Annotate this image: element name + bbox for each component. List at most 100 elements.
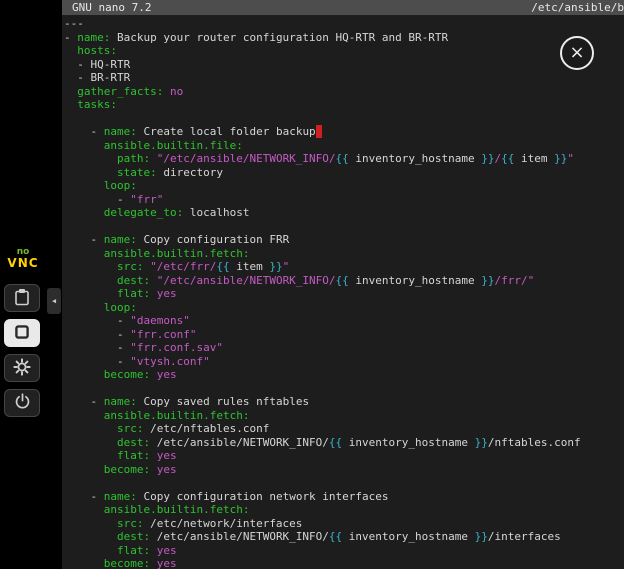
code-segment: yes	[157, 557, 177, 569]
code-line: - BR-RTR	[64, 71, 624, 85]
code-line: ansible.builtin.file:	[64, 139, 624, 153]
close-button[interactable]: ×	[560, 36, 594, 70]
code-line: flat: yes	[64, 449, 624, 463]
code-segment	[64, 179, 104, 192]
code-segment: Create local folder backup	[137, 125, 316, 138]
code-line: ansible.builtin.fetch:	[64, 247, 624, 261]
code-line: loop:	[64, 179, 624, 193]
code-segment	[64, 287, 117, 300]
code-line: - "vtysh.conf"	[64, 355, 624, 369]
code-segment: Copy saved rules nftables	[137, 395, 309, 408]
code-line: gather_facts: no	[64, 85, 624, 99]
code-line: hosts:	[64, 44, 624, 58]
code-segment: hosts:	[77, 44, 117, 57]
code-segment: name:	[77, 31, 110, 44]
code-segment	[150, 557, 157, 569]
code-segment	[150, 463, 157, 476]
code-segment: -	[64, 395, 104, 408]
code-segment: inventory_hostname	[342, 530, 474, 543]
code-segment	[64, 166, 117, 179]
clipboard-icon	[14, 288, 30, 309]
code-segment: "	[567, 152, 574, 165]
clipboard-button[interactable]	[4, 284, 40, 312]
code-segment: yes	[157, 287, 177, 300]
code-segment: name:	[104, 233, 137, 246]
code-segment: {{	[216, 260, 229, 273]
code-segment: /etc/ansible/NETWORK_INFO/	[150, 530, 329, 543]
code-segment: dest:	[117, 436, 150, 449]
code-segment: Backup your router configuration HQ-RTR …	[110, 31, 448, 44]
code-segment: become:	[104, 463, 150, 476]
code-line: loop:	[64, 301, 624, 315]
code-segment: Copy configuration network interfaces	[137, 490, 389, 503]
code-segment: ansible.builtin.fetch:	[104, 503, 250, 516]
code-segment	[150, 152, 157, 165]
editor[interactable]: - - - - name: Backup your router configurat…	[62, 15, 624, 569]
code-segment: -	[64, 125, 104, 138]
code-line: tasks:	[64, 98, 624, 112]
code-segment: - HQ-RTR	[64, 58, 130, 71]
text-cursor	[316, 125, 323, 138]
code-segment: inventory_hostname	[342, 436, 474, 449]
code-segment: src:	[117, 422, 144, 435]
code-segment: -	[64, 31, 77, 44]
code-segment: name:	[104, 490, 137, 503]
code-segment	[64, 449, 117, 462]
code-segment: flat:	[117, 287, 150, 300]
code-line	[64, 382, 624, 396]
code-segment: {{	[329, 436, 342, 449]
code-segment: item	[230, 260, 270, 273]
code-line	[64, 220, 624, 234]
code-segment	[150, 368, 157, 381]
code-segment: dest:	[117, 530, 150, 543]
code-segment: }}	[481, 274, 494, 287]
code-segment	[64, 422, 117, 435]
code-segment: become:	[104, 557, 150, 569]
code-segment: item	[514, 152, 554, 165]
code-segment: }}	[481, 152, 494, 165]
fullscreen-icon	[14, 324, 30, 343]
code-segment: src:	[117, 260, 144, 273]
code-segment: /etc/nftables.conf	[143, 422, 269, 435]
code-line: state: directory	[64, 166, 624, 180]
collapse-arrow-icon: ◀	[52, 297, 56, 305]
code-line: src: /etc/nftables.conf	[64, 422, 624, 436]
code-line: - name: Copy configuration network inter…	[64, 490, 624, 504]
code-segment	[64, 503, 104, 516]
code-segment: "/etc/ansible/NETWORK_INFO/	[157, 152, 336, 165]
code-line: delegate_to: localhost	[64, 206, 624, 220]
code-segment: -	[64, 341, 130, 354]
code-segment: tasks:	[77, 98, 117, 111]
code-segment: loop:	[104, 179, 137, 192]
power-button[interactable]	[4, 389, 40, 417]
code-segment: -	[64, 314, 130, 327]
code-segment	[150, 449, 157, 462]
settings-gear-icon	[13, 358, 31, 379]
code-line: - name: Copy configuration FRR	[64, 233, 624, 247]
settings-button[interactable]	[4, 354, 40, 382]
code-segment	[64, 517, 117, 530]
control-bar-handle[interactable]: ◀	[47, 288, 61, 314]
code-segment: {{	[329, 530, 342, 543]
code-segment: {{	[501, 152, 514, 165]
power-icon	[14, 393, 31, 413]
fullscreen-button[interactable]	[4, 319, 40, 347]
code-line	[64, 476, 624, 490]
code-line: flat: yes	[64, 544, 624, 558]
code-segment: {{	[336, 152, 349, 165]
code-segment	[64, 463, 104, 476]
code-segment: ansible.builtin.fetch:	[104, 409, 250, 422]
code-segment: }}	[554, 152, 567, 165]
code-line: ansible.builtin.fetch:	[64, 503, 624, 517]
code-line: dest: /etc/ansible/NETWORK_INFO/{{ inven…	[64, 436, 624, 450]
code-segment: path:	[117, 152, 150, 165]
code-segment	[64, 409, 104, 422]
code-segment: "frr.conf.sav"	[130, 341, 223, 354]
code-segment	[64, 301, 104, 314]
code-segment: ansible.builtin.file:	[104, 139, 243, 152]
code-segment: /frr/"	[495, 274, 535, 287]
code-segment: -	[64, 233, 104, 246]
code-line: - "frr.conf.sav"	[64, 341, 624, 355]
code-line: path: "/etc/ansible/NETWORK_INFO/{{ inve…	[64, 152, 624, 166]
code-segment	[64, 530, 117, 543]
